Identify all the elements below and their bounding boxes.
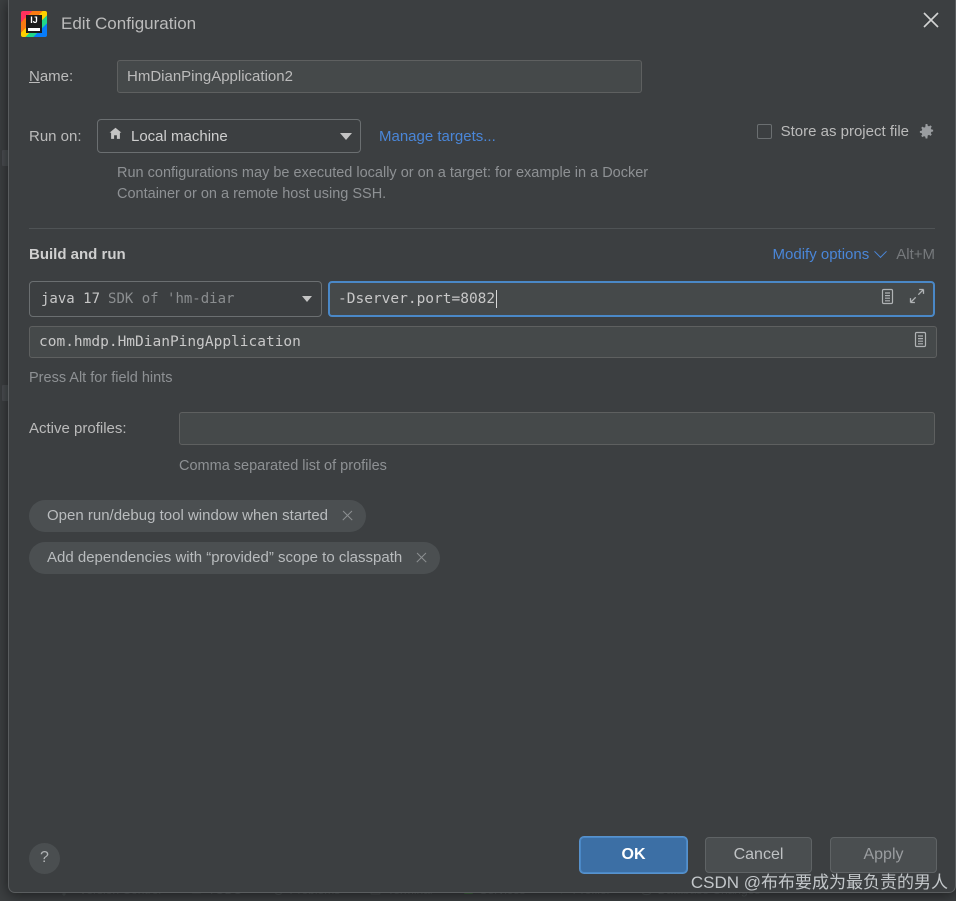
ok-button[interactable]: OK: [580, 837, 687, 873]
text-caret: [496, 289, 498, 308]
field-hint-text: Press Alt for field hints: [29, 369, 173, 386]
name-row: Name: HmDianPingApplication2: [29, 59, 935, 93]
jdk-and-vm-options-row: java 17 SDK of 'hm-diar -Dserver.port=80…: [29, 280, 935, 317]
jdk-sdk-of: SDK of 'hm-diar: [108, 290, 235, 307]
dialog-action-buttons: OK Cancel Apply: [580, 837, 937, 873]
build-and-run-title: Build and run: [29, 246, 126, 264]
manage-targets-link[interactable]: Manage targets...: [379, 128, 496, 145]
edit-configuration-dialog: IJ Edit Configuration Name: HmDianPingAp…: [8, 0, 956, 893]
intellij-logo-bar: [28, 27, 40, 31]
name-mnemonic: N: [29, 67, 40, 85]
run-on-label: Run on:: [29, 127, 82, 145]
help-button[interactable]: ?: [29, 842, 60, 874]
name-input-value: HmDianPingApplication2: [127, 67, 293, 85]
gear-icon[interactable]: [918, 123, 935, 140]
active-profiles-hint: Comma separated list of profiles: [179, 457, 387, 474]
vm-options-icons: [880, 283, 925, 315]
jdk-name: java 17: [41, 290, 101, 307]
main-class-input[interactable]: com.hmdp.HmDianPingApplication: [29, 325, 937, 358]
home-icon: [108, 126, 123, 146]
store-as-project-file-label: Store as project file: [780, 123, 909, 140]
intellij-logo-icon: IJ: [21, 10, 47, 37]
apply-button[interactable]: Apply: [830, 837, 937, 873]
dialog-titlebar: IJ Edit Configuration: [9, 0, 955, 47]
cancel-button[interactable]: Cancel: [705, 837, 812, 873]
intellij-logo-text: IJ: [30, 14, 38, 25]
chip-label: Open run/debug tool window when started: [47, 507, 329, 525]
active-profiles-input[interactable]: [178, 412, 935, 446]
run-on-description: Run configurations may be executed local…: [117, 165, 649, 203]
active-profiles-row: Active profiles:: [29, 412, 935, 446]
section-divider: [29, 227, 935, 229]
modify-options-shortcut: Alt+M: [896, 246, 935, 264]
store-as-project-file-group: Store as project file: [756, 123, 935, 140]
store-as-project-file-checkbox[interactable]: [756, 124, 772, 139]
modify-options-link[interactable]: Modify options: [773, 246, 870, 263]
build-and-run-header-actions: Modify options Alt+M: [773, 245, 935, 264]
main-class-value: com.hmdp.HmDianPingApplication: [39, 333, 301, 350]
option-chips: Open run/debug tool window when started …: [29, 499, 935, 574]
vm-options-value: -Dserver.port=8082: [338, 290, 496, 307]
run-on-combobox[interactable]: Local machine: [97, 119, 361, 153]
dialog-title: Edit Configuration: [61, 13, 197, 33]
dialog-body: Name: HmDianPingApplication2 Store as pr…: [9, 59, 955, 854]
chip-add-provided-dependencies[interactable]: Add dependencies with “provided” scope t…: [29, 541, 441, 574]
close-icon[interactable]: [415, 551, 428, 564]
dialog-footer: ? OK Cancel Apply: [9, 824, 955, 892]
run-on-selected-value: Local machine: [131, 127, 228, 145]
expand-icon[interactable]: [909, 288, 925, 309]
active-profiles-label: Active profiles:: [29, 420, 127, 438]
macros-icon[interactable]: [880, 288, 895, 310]
build-and-run-header: Build and run Modify options Alt+M: [29, 244, 935, 266]
name-label: Name:: [29, 67, 74, 85]
main-class-row: com.hmdp.HmDianPingApplication: [29, 325, 937, 358]
vm-options-input[interactable]: -Dserver.port=8082: [328, 280, 935, 317]
name-input[interactable]: HmDianPingApplication2: [117, 59, 642, 93]
jdk-combobox[interactable]: java 17 SDK of 'hm-diar: [29, 280, 322, 317]
chevron-down-icon: [302, 295, 312, 302]
chip-label: Add dependencies with “provided” scope t…: [47, 549, 403, 567]
chevron-down-icon: [340, 132, 352, 140]
close-icon[interactable]: [341, 509, 354, 522]
chevron-down-icon[interactable]: [874, 245, 888, 259]
macros-icon[interactable]: [913, 331, 928, 353]
chip-open-run-debug-tool-window[interactable]: Open run/debug tool window when started: [29, 499, 367, 532]
close-icon[interactable]: [907, 0, 955, 40]
